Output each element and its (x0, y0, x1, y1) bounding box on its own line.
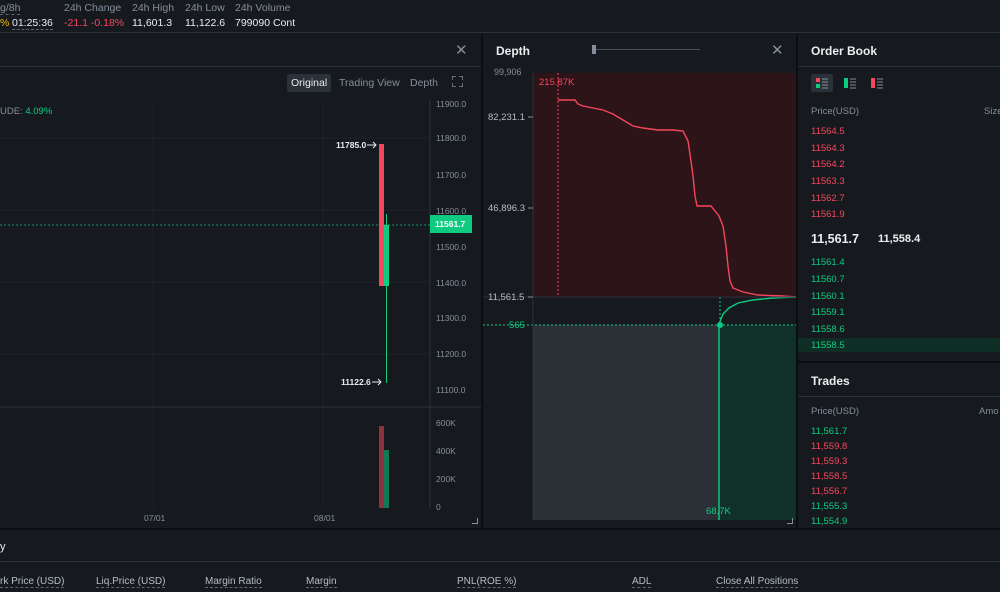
high-label: 24h High (132, 2, 175, 14)
layout-both-icon[interactable] (811, 74, 833, 92)
volume-tick: 400K (436, 446, 456, 456)
trade-row: 11,555.3 (811, 501, 848, 512)
depth-y-tick: 46,896.3 (488, 203, 525, 214)
price-tick: 11900.0 (436, 99, 467, 109)
order-book-size-header: Size (984, 106, 1000, 117)
positions-top-divider (0, 528, 1000, 530)
resize-handle-icon[interactable] (472, 518, 478, 524)
bid-row[interactable]: 11561.4 (811, 257, 845, 268)
volume-tick: 200K (436, 474, 456, 484)
depth-title: Depth (496, 44, 530, 58)
funding-rate-label[interactable]: g/8h (0, 2, 21, 15)
close-depth-icon[interactable]: ✕ (771, 43, 784, 58)
price-tick: 11100.0 (436, 385, 466, 395)
candle-down (379, 144, 384, 286)
bid-total-label: 68.7K (706, 506, 731, 517)
ask-row[interactable]: 11564.3 (811, 143, 845, 154)
volume-label: 24h Volume (235, 2, 291, 14)
trades-amount-header: Amo (979, 406, 999, 417)
volume-tick: 600K (436, 418, 456, 428)
ask-row[interactable]: 11564.2 (811, 159, 845, 170)
view-trading-view-button[interactable]: Trading View (335, 74, 404, 92)
high-annotation: 11785.0 (336, 140, 367, 150)
date-tick: 08/01 (314, 513, 336, 523)
col-mark-price: rk Price (USD) (0, 576, 65, 588)
last-price-tag: 11561.7 (430, 215, 472, 233)
ask-row[interactable]: 11561.9 (811, 209, 845, 220)
view-original-button[interactable]: Original (287, 74, 332, 92)
price-tick: 11300.0 (436, 313, 467, 323)
candlestick-chart (0, 100, 481, 508)
trade-row: 11,558.5 (811, 471, 848, 482)
funding-countdown: 01:25:36 (12, 17, 53, 30)
depth-zoom-slider[interactable] (592, 49, 700, 50)
change-label: 24h Change (64, 2, 122, 14)
col-adl: ADL (632, 576, 652, 588)
volume-value: 799090 Cont (235, 17, 296, 29)
ask-row[interactable]: 11563.3 (811, 176, 845, 187)
order-book-price-header: Price(USD) (811, 106, 860, 117)
low-annotation: 11122.6 (341, 377, 371, 387)
view-depth-button[interactable]: Depth (406, 74, 442, 92)
depth-y-tick: 11,561.5 (488, 292, 525, 303)
bid-row[interactable]: 11558.5 (811, 340, 845, 351)
fullscreen-icon[interactable] (451, 75, 464, 88)
trades-title: Trades (811, 374, 850, 388)
ask-row[interactable]: 11562.7 (811, 193, 845, 204)
bid-row[interactable]: 11559.1 (811, 307, 845, 318)
price-tick: 11200.0 (436, 349, 467, 359)
depth-zoom-handle[interactable] (592, 45, 596, 54)
col-pnl: PNL(ROE %) (457, 576, 517, 588)
close-chart-icon[interactable]: ✕ (455, 43, 468, 58)
ticker-bar: g/8h % 01:25:36 24h Change -21.1 -0.18% … (0, 0, 1000, 33)
trades-header-divider (798, 396, 1000, 397)
price-tick: 11500.0 (436, 242, 467, 252)
bid-row[interactable]: 11560.7 (811, 274, 845, 285)
bid-row[interactable]: 11560.1 (811, 291, 845, 302)
order-book-mark-price: 11,558.4 (878, 233, 921, 245)
price-tick: 11700.0 (436, 170, 467, 180)
volume-tick: 0 (436, 502, 441, 512)
positions-header-divider (0, 561, 1000, 562)
trade-row: 11,559.3 (811, 456, 848, 467)
price-tick: 11800.0 (436, 133, 467, 143)
high-value: 11,601.3 (132, 17, 173, 29)
trade-row: 11,556.7 (811, 486, 848, 497)
depth-y-tick: 82,231.1 (488, 112, 525, 123)
trades-price-header: Price(USD) (811, 406, 860, 417)
ask-total-label: 215.87K (539, 77, 575, 88)
col-liq-price: Liq.Price (USD) (96, 576, 166, 588)
depth-top-tick: 99,906 (494, 67, 522, 77)
layout-bids-icon[interactable] (839, 74, 861, 92)
low-value: 11,122.6 (185, 17, 226, 29)
bid-level-label: 565 (509, 320, 525, 331)
volume-bar-up (384, 450, 389, 508)
depth-chart (483, 73, 796, 520)
ask-row[interactable]: 11564.5 (811, 126, 845, 137)
candle-up (384, 225, 389, 286)
trade-row: 11,554.9 (811, 516, 848, 527)
price-tick: 11400.0 (436, 278, 467, 288)
close-all-positions-button[interactable]: Close All Positions (716, 576, 799, 588)
trades-divider (798, 361, 1000, 363)
volume-bar-down (379, 426, 384, 508)
layout-asks-icon[interactable] (866, 74, 888, 92)
change-value: -21.1 -0.18% (64, 17, 125, 29)
funding-rate-value: % (0, 17, 10, 29)
order-book-last-price: 11,561.7 (811, 232, 859, 246)
positions-tab[interactable]: y (0, 541, 6, 553)
resize-handle-icon[interactable] (787, 518, 793, 524)
trade-row: 11,559.8 (811, 441, 848, 452)
chart-header-divider (0, 66, 481, 67)
low-label: 24h Low (185, 2, 225, 14)
trade-row: 11,561.7 (811, 426, 848, 437)
date-tick: 07/01 (144, 513, 166, 523)
col-margin-ratio: Margin Ratio (205, 576, 262, 588)
order-book-title: Order Book (811, 44, 878, 58)
bid-row[interactable]: 11558.6 (811, 324, 845, 335)
order-book-header-divider (798, 66, 1000, 67)
col-margin: Margin (306, 576, 337, 588)
